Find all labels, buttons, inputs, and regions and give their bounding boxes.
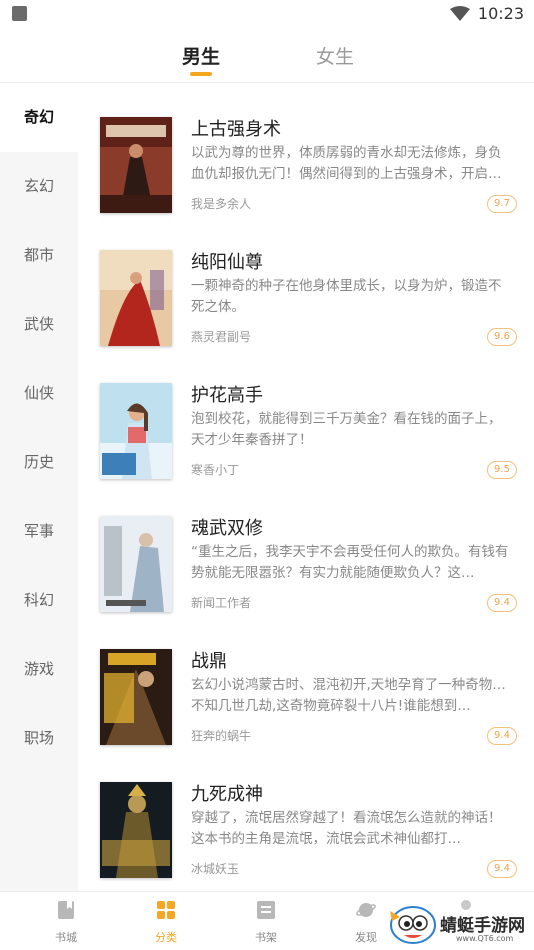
book-item[interactable]: 魂武双修 “重生之后，我李天宇不会再受任何人的欺负。有钱有势就能无限嚣张？有实力… <box>78 506 534 639</box>
book-description: 一颗神奇的种子在他身体里成长，以身为炉，锻造不死之体。 <box>191 278 502 315</box>
book-title[interactable]: 上古强身术 <box>191 115 281 141</box>
category-xuanhuan[interactable]: 玄幻 <box>0 152 78 221</box>
book-list: 上古强身术 以武为尊的世界，体质孱弱的青水却无法修炼，身负血仇却报仇无门！偶然间… <box>78 83 534 891</box>
shelf-icon <box>257 901 275 919</box>
watermark-logo: 蜻蜓手游网 www.QT6.com <box>386 903 534 949</box>
tab-category[interactable]: 分类 <box>116 892 216 950</box>
book-cover[interactable] <box>100 649 172 745</box>
category-qihuan[interactable]: 奇幻 <box>0 83 78 152</box>
book-title[interactable]: 九死成神 <box>191 780 263 806</box>
book-title[interactable]: 战鼎 <box>191 647 227 673</box>
score-badge: 9.4 <box>487 727 517 745</box>
category-sidebar: 奇幻 玄幻 都市 武侠 仙侠 历史 军事 科幻 游戏 职场 <box>0 83 78 891</box>
signal-icon <box>453 6 454 7</box>
book-author: 寒香小丁 <box>191 463 240 477</box>
category-xianxia[interactable]: 仙侠 <box>0 359 78 428</box>
book-item[interactable]: 九死成神 穿越了，流氓居然穿越了！看流氓怎么造就的神话！这本书的主角是流氓，流氓… <box>78 772 534 905</box>
book-cover[interactable] <box>100 250 172 346</box>
book-description: “重生之后，我李天宇不会再受任何人的欺负。有钱有势就能无限嚣张？有实力就能随便欺… <box>191 544 509 581</box>
grid-icon <box>157 901 175 919</box>
category-kehuan[interactable]: 科幻 <box>0 566 78 635</box>
tab-label: 书城 <box>55 931 77 944</box>
book-icon <box>58 901 74 919</box>
category-junshi[interactable]: 军事 <box>0 497 78 566</box>
category-lishi[interactable]: 历史 <box>0 428 78 497</box>
watermark-title: 蜻蜓手游网 <box>440 916 525 936</box>
book-item[interactable]: 战鼎 玄幻小说鸿蒙古时、混沌初开,天地孕育了一种奇物…不知几世几劫,这奇物竟碎裂… <box>78 639 534 772</box>
score-badge: 9.4 <box>487 594 517 612</box>
book-title[interactable]: 魂武双修 <box>191 514 263 540</box>
planet-icon <box>356 903 376 917</box>
category-youxi[interactable]: 游戏 <box>0 635 78 704</box>
status-time: 10:23 <box>477 4 524 23</box>
book-author: 新闻工作者 <box>191 596 252 610</box>
book-cover[interactable] <box>100 782 172 878</box>
book-description: 泡到校花，就能得到三千万美金？看在钱的面子上，天才少年秦香拼了！ <box>191 411 502 448</box>
score-badge: 9.4 <box>487 860 517 878</box>
book-item[interactable]: 上古强身术 以武为尊的世界，体质孱弱的青水却无法修炼，身负血仇却报仇无门！偶然间… <box>78 107 534 240</box>
wifi-icon <box>450 6 470 21</box>
gender-tabs: 男生 女生 <box>0 30 534 83</box>
book-description: 以武为尊的世界，体质孱弱的青水却无法修炼，身负血仇却报仇无门！偶然间得到的上古强… <box>191 145 502 182</box>
tab-bookshelf[interactable]: 书架 <box>216 892 316 950</box>
watermark-url: www.QT6.com <box>456 934 514 943</box>
score-badge: 9.7 <box>487 195 517 213</box>
book-cover[interactable] <box>100 117 172 213</box>
category-wuxia[interactable]: 武侠 <box>0 290 78 359</box>
tab-bookstore[interactable]: 书城 <box>16 892 116 950</box>
book-item[interactable]: 护花高手 泡到校花，就能得到三千万美金？看在钱的面子上，天才少年秦香拼了！ 寒香… <box>78 373 534 506</box>
tab-male[interactable]: 男生 <box>182 42 220 69</box>
tab-female[interactable]: 女生 <box>316 42 354 69</box>
book-title[interactable]: 护花高手 <box>191 381 263 407</box>
tab-label: 书架 <box>255 931 277 944</box>
book-item[interactable]: 纯阳仙尊 一颗神奇的种子在他身体里成长，以身为炉，锻造不死之体。 燕灵君副号 9… <box>78 240 534 373</box>
category-zhichang[interactable]: 职场 <box>0 704 78 773</box>
book-description: 穿越了，流氓居然穿越了！看流氓怎么造就的神话！这本书的主角是流氓，流氓会武术神仙… <box>191 810 502 847</box>
score-badge: 9.6 <box>487 328 517 346</box>
book-author: 燕灵君副号 <box>191 330 252 344</box>
book-author: 我是多余人 <box>191 197 252 211</box>
notification-icon <box>12 6 27 21</box>
book-cover[interactable] <box>100 516 172 612</box>
book-cover[interactable] <box>100 383 172 479</box>
active-tab-indicator <box>190 72 212 76</box>
score-badge: 9.5 <box>487 461 517 479</box>
tab-label: 分类 <box>155 931 177 944</box>
status-bar: 10:23 <box>0 0 534 28</box>
book-author: 狂奔的蜗牛 <box>191 729 252 743</box>
book-title[interactable]: 纯阳仙尊 <box>191 248 263 274</box>
dragonfly-logo-icon <box>390 906 436 944</box>
book-description: 玄幻小说鸿蒙古时、混沌初开,天地孕育了一种奇物…不知几世几劫,这奇物竟碎裂十八片… <box>191 677 506 714</box>
book-author: 冰城妖玉 <box>191 862 240 876</box>
category-dushi[interactable]: 都市 <box>0 221 78 290</box>
